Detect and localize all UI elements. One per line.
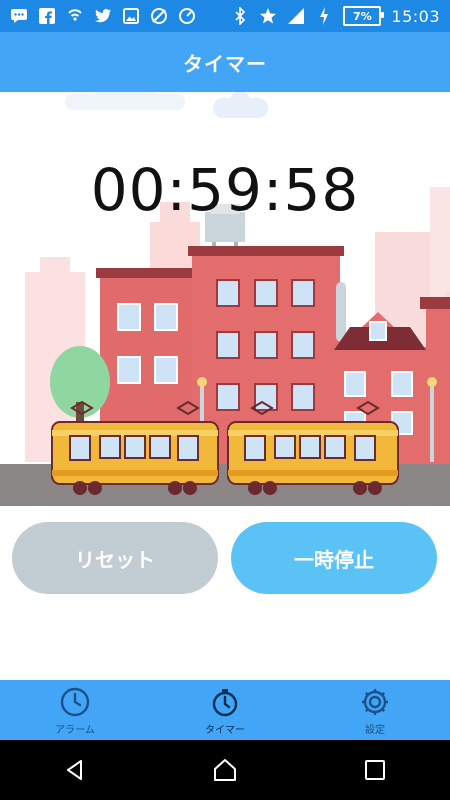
- reset-button[interactable]: リセット: [12, 522, 218, 594]
- home-button[interactable]: [205, 750, 245, 790]
- charging-icon: [315, 7, 333, 25]
- nav-label-alarm: アラーム: [55, 724, 95, 736]
- status-time: 15:03: [391, 6, 440, 26]
- pause-button[interactable]: 一時停止: [231, 522, 437, 594]
- clock-icon: [58, 685, 92, 719]
- stopwatch-icon: [208, 685, 242, 719]
- battery-level: 7%: [343, 6, 385, 26]
- city-background-illustration: [0, 92, 450, 506]
- recents-icon: [365, 760, 385, 780]
- signal-icon: [287, 7, 305, 25]
- facebook-icon: [38, 7, 56, 25]
- page-title: タイマー: [183, 51, 267, 76]
- nav-item-timer[interactable]: タイマー: [150, 680, 300, 740]
- message-icon: [10, 7, 28, 25]
- bluetooth-icon: [231, 7, 249, 25]
- back-icon: [67, 760, 82, 780]
- recents-button[interactable]: [355, 750, 395, 790]
- wifi-calling-icon: [66, 7, 84, 25]
- nav-item-alarm[interactable]: アラーム: [0, 680, 150, 740]
- gear-icon: [358, 685, 392, 719]
- nav-label-timer: タイマー: [205, 724, 245, 736]
- app-bar: タイマー: [0, 32, 450, 92]
- timer-countdown: 00:59:58: [90, 156, 360, 224]
- star-icon: [259, 7, 277, 25]
- back-button[interactable]: [55, 750, 95, 790]
- system-navigation-bar: [0, 740, 450, 800]
- status-left-icons: [10, 0, 196, 32]
- image-icon: [122, 7, 140, 25]
- status-right-icons: 7% 15:03: [231, 0, 440, 32]
- home-icon: [214, 759, 236, 781]
- no-sync-icon: [150, 7, 168, 25]
- speedometer-icon: [178, 7, 196, 25]
- city-tram-illustration: 00:59:58: [0, 92, 450, 506]
- status-bar: 7% 15:03: [0, 0, 450, 32]
- nav-label-settings: 設定: [365, 724, 385, 736]
- twitter-icon: [94, 7, 112, 25]
- bottom-navigation: アラーム タイマー 設定: [0, 680, 450, 740]
- nav-item-settings[interactable]: 設定: [300, 680, 450, 740]
